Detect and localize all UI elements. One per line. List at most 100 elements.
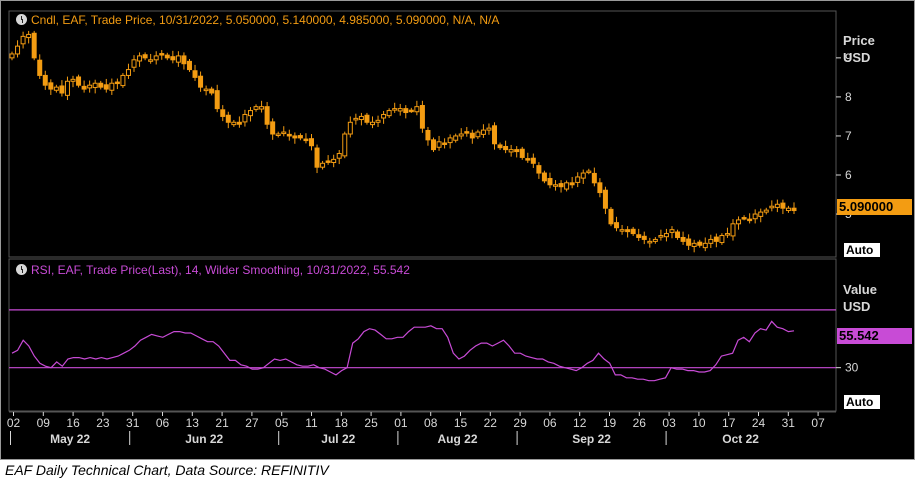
candle-body [486, 127, 492, 131]
candle-body [442, 142, 448, 145]
candle-body [353, 117, 359, 121]
candle-body [26, 33, 32, 39]
rsi-y-tick-label: 30 [845, 361, 859, 375]
candle-body [785, 207, 791, 212]
candle-body [575, 176, 581, 183]
x-day-label: 18 [335, 416, 349, 430]
rsi-axis-title: Value USD [843, 281, 877, 315]
candle-body [724, 233, 730, 236]
candle-body [652, 238, 658, 242]
x-day-label: 10 [692, 416, 706, 430]
candle-body [325, 160, 331, 163]
candle-body [752, 213, 758, 220]
candle-body [364, 114, 370, 123]
candle-body [658, 235, 664, 238]
candle-body [747, 218, 753, 222]
x-month-label: Sep 22 [572, 432, 611, 446]
x-day-label: 24 [752, 416, 766, 430]
candle-body [297, 135, 303, 139]
candle-body [225, 114, 231, 123]
candle-body [320, 162, 326, 168]
x-day-label: 01 [394, 416, 408, 430]
candle-body [741, 217, 747, 220]
candle-body [64, 80, 70, 96]
candle-body [769, 205, 775, 209]
candle-body [536, 165, 542, 174]
candle-body [192, 70, 198, 78]
chart-caption: EAF Daily Technical Chart, Data Source: … [5, 462, 329, 478]
candle-body [547, 178, 553, 186]
candle-body [142, 54, 148, 59]
candle-body [347, 121, 353, 135]
candle-body [9, 53, 15, 59]
x-day-label: 06 [543, 416, 557, 430]
x-day-label: 25 [364, 416, 378, 430]
candle-body [87, 84, 93, 89]
candle-body [708, 238, 714, 244]
x-month-label: May 22 [50, 432, 90, 446]
x-day-label: 23 [96, 416, 110, 430]
rsi-autoscale-button[interactable]: Auto [844, 395, 880, 409]
candle-body [597, 182, 603, 194]
rsi-axis-label: Value [843, 282, 877, 297]
price-chart-header: Cndl, EAF, Trade Price, 10/31/2022, 5.05… [31, 13, 500, 27]
candle-body [342, 133, 348, 157]
x-day-label: 05 [275, 416, 289, 430]
candle-body [164, 54, 170, 59]
candle-body [259, 106, 265, 110]
candle-body [641, 235, 647, 240]
candle-body [553, 184, 559, 187]
candle-body [569, 182, 575, 186]
candle-body [736, 219, 742, 225]
price-last-value-tag: 5.090000 [837, 199, 912, 215]
candle-body [20, 35, 26, 45]
rsi-chart-header: RSI, EAF, Trade Price(Last), 14, Wilder … [31, 263, 410, 277]
candle-body [492, 125, 498, 145]
candle-body [403, 108, 409, 114]
candle-body [480, 129, 486, 135]
candle-body [159, 53, 165, 56]
candle-body [92, 82, 98, 89]
price-y-tick-label: 8 [845, 90, 852, 104]
candle-body [137, 55, 143, 62]
x-day-label: 15 [454, 416, 468, 430]
candle-body [669, 229, 675, 233]
x-day-label: 09 [37, 416, 51, 430]
candle-body [103, 84, 109, 90]
candle-body [675, 231, 681, 238]
x-month-label: Aug 22 [437, 432, 477, 446]
candle-body [408, 109, 414, 113]
candle-body [386, 110, 392, 117]
candle-body [608, 208, 614, 225]
info-icon[interactable] [16, 264, 27, 275]
candle-body [292, 135, 298, 139]
price-candles [9, 30, 797, 253]
candle-body [148, 59, 154, 62]
x-day-label: 16 [66, 416, 80, 430]
candle-body [331, 158, 337, 164]
price-autoscale-button[interactable]: Auto [844, 243, 880, 257]
candle-body [308, 138, 314, 147]
candle-body [242, 113, 248, 123]
chart-frame: 5678930020916233106132127051118250108152… [0, 0, 915, 460]
candle-body [131, 59, 137, 68]
price-axis-title: Price USD [843, 32, 875, 66]
x-day-label: 21 [215, 416, 229, 430]
candle-body [614, 222, 620, 229]
candle-body [425, 129, 431, 141]
candle-body [591, 172, 597, 184]
info-icon[interactable] [16, 14, 27, 25]
x-day-label: 13 [186, 416, 200, 430]
candle-body [619, 229, 625, 232]
candle-body [774, 203, 780, 208]
x-month-label: Jul 22 [321, 432, 355, 446]
x-day-label: 31 [126, 416, 140, 430]
candle-body [314, 147, 320, 168]
candle-body [98, 82, 104, 88]
candle-body [42, 74, 48, 86]
x-month-label: Oct 22 [722, 432, 759, 446]
candle-body [691, 242, 697, 247]
price-plot-border [8, 10, 837, 258]
candle-body [763, 209, 769, 213]
x-day-label: 02 [7, 416, 21, 430]
